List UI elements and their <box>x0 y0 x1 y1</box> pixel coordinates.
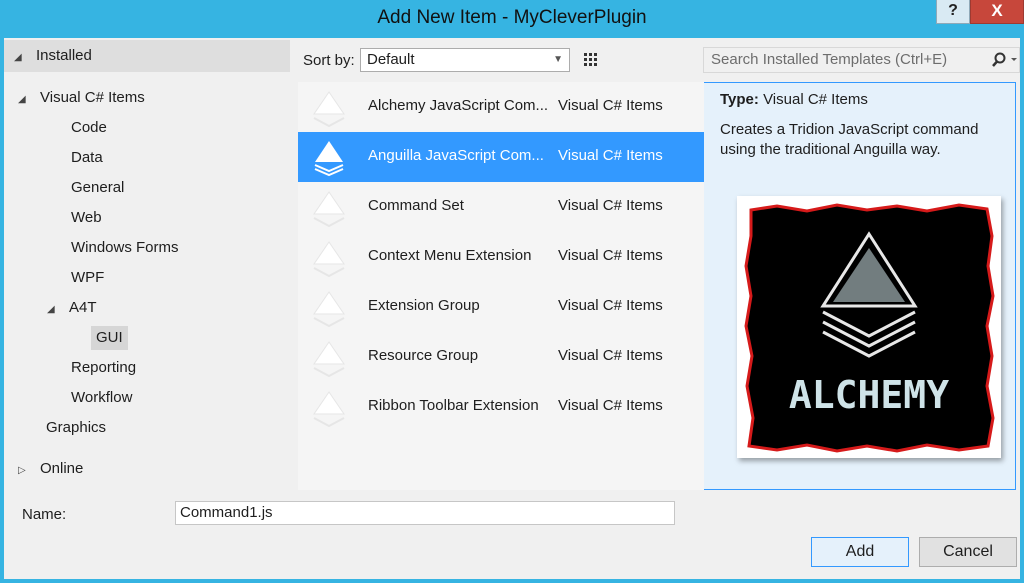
type-value: Visual C# Items <box>763 91 868 108</box>
alchemy-template-icon <box>313 91 345 128</box>
installed-header[interactable]: ◢ Installed <box>4 40 290 72</box>
template-category: Visual C# Items <box>558 347 663 364</box>
search-placeholder: Search Installed Templates (Ctrl+E) <box>711 51 948 68</box>
type-label: Type: <box>720 91 759 108</box>
template-item-anguilla[interactable]: Anguilla JavaScript Com... Visual C# Ite… <box>298 132 704 182</box>
alchemy-template-icon <box>313 341 345 378</box>
template-description: Creates a Tridion JavaScript command usi… <box>720 121 979 158</box>
tree-item-graphics[interactable]: Graphics <box>46 416 106 440</box>
template-item-command-set[interactable]: Command Set Visual C# Items <box>298 182 704 232</box>
template-category: Visual C# Items <box>558 397 663 414</box>
search-icon[interactable] <box>990 50 1020 70</box>
tree-item-windows-forms[interactable]: Windows Forms <box>71 236 179 260</box>
template-name: Anguilla JavaScript Com... <box>368 147 544 164</box>
sort-by-dropdown[interactable]: Default ▼ <box>360 48 570 72</box>
tree-item-wpf[interactable]: WPF <box>71 266 104 290</box>
template-preview: ALCHEMY <box>737 196 1001 458</box>
name-label: Name: <box>22 506 67 523</box>
tree-item-label: Visual C# Items <box>40 89 145 106</box>
template-name: Command Set <box>368 197 464 214</box>
template-category: Visual C# Items <box>558 197 663 214</box>
installed-label: Installed <box>36 47 92 64</box>
add-button[interactable]: Add <box>811 537 909 567</box>
collapse-arrow-icon[interactable]: ◢ <box>18 88 30 112</box>
template-list: Alchemy JavaScript Com... Visual C# Item… <box>298 82 704 490</box>
sort-by-value: Default <box>367 51 415 68</box>
tree-item-web[interactable]: Web <box>71 206 102 230</box>
sort-by-label: Sort by: <box>303 52 355 69</box>
template-item-alchemy[interactable]: Alchemy JavaScript Com... Visual C# Item… <box>298 82 704 132</box>
title-bar: Add New Item - MyCleverPlugin ? X <box>0 0 1024 38</box>
tree-item-a4t[interactable]: ◢ A4T <box>47 296 97 320</box>
template-name: Context Menu Extension <box>368 247 532 264</box>
installed-node[interactable]: ◢ Installed <box>14 44 92 68</box>
collapse-arrow-icon[interactable]: ◢ <box>47 298 59 322</box>
template-category: Visual C# Items <box>558 297 663 314</box>
tree-item-reporting[interactable]: Reporting <box>71 356 136 380</box>
tree-item-general[interactable]: General <box>71 176 124 200</box>
tree-item-label: A4T <box>69 299 97 316</box>
chevron-down-icon: ▼ <box>553 54 563 65</box>
alchemy-template-icon <box>313 391 345 428</box>
expand-arrow-icon[interactable]: ▷ <box>18 459 30 483</box>
help-button[interactable]: ? <box>936 0 970 24</box>
details-pane: Type: Visual C# Items Creates a Tridion … <box>720 90 1010 160</box>
tree-item-online[interactable]: ▷ Online <box>18 457 83 481</box>
alchemy-template-icon <box>313 241 345 278</box>
template-name: Extension Group <box>368 297 480 314</box>
close-button[interactable]: X <box>970 0 1024 24</box>
dialog-body: ◢ Installed ◢ Visual C# Items Code Data Ge… <box>4 38 1020 579</box>
tree-item-label: Online <box>40 460 84 477</box>
medium-icons-view-button[interactable] <box>578 47 604 73</box>
alchemy-template-icon <box>313 291 345 328</box>
alchemy-template-icon <box>314 141 344 177</box>
template-name: Resource Group <box>368 347 479 364</box>
template-category: Visual C# Items <box>558 247 663 264</box>
template-item-context-menu[interactable]: Context Menu Extension Visual C# Items <box>298 232 704 282</box>
window-title: Add New Item - MyCleverPlugin <box>377 7 647 28</box>
template-name: Alchemy JavaScript Com... <box>368 97 549 114</box>
template-type: Type: Visual C# Items <box>720 90 1010 110</box>
alchemy-logo-image: ALCHEMY <box>744 203 995 453</box>
category-tree: ◢ Installed ◢ Visual C# Items Code Data Ge… <box>4 38 290 490</box>
tree-item-visual-csharp[interactable]: ◢ Visual C# Items <box>18 86 145 110</box>
collapse-arrow-icon[interactable]: ◢ <box>14 46 26 70</box>
template-category: Visual C# Items <box>558 97 663 114</box>
grid-view-icon <box>584 53 597 66</box>
preview-logo-text: ALCHEMY <box>789 373 949 417</box>
tree-item-data[interactable]: Data <box>71 146 103 170</box>
cancel-button[interactable]: Cancel <box>919 537 1017 567</box>
template-name: Ribbon Toolbar Extension <box>368 397 539 414</box>
tree-item-gui[interactable]: GUI <box>91 326 128 350</box>
template-item-ribbon-toolbar[interactable]: Ribbon Toolbar Extension Visual C# Items <box>298 382 704 432</box>
template-item-resource-group[interactable]: Resource Group Visual C# Items <box>298 332 704 382</box>
tree-item-code[interactable]: Code <box>71 116 107 140</box>
alchemy-template-icon <box>313 191 345 228</box>
template-category: Visual C# Items <box>558 147 663 164</box>
search-templates-input[interactable]: Search Installed Templates (Ctrl+E) <box>703 47 1020 73</box>
name-input[interactable]: Command1.js <box>175 501 675 525</box>
template-item-extension-group[interactable]: Extension Group Visual C# Items <box>298 282 704 332</box>
tree-item-workflow[interactable]: Workflow <box>71 386 132 410</box>
